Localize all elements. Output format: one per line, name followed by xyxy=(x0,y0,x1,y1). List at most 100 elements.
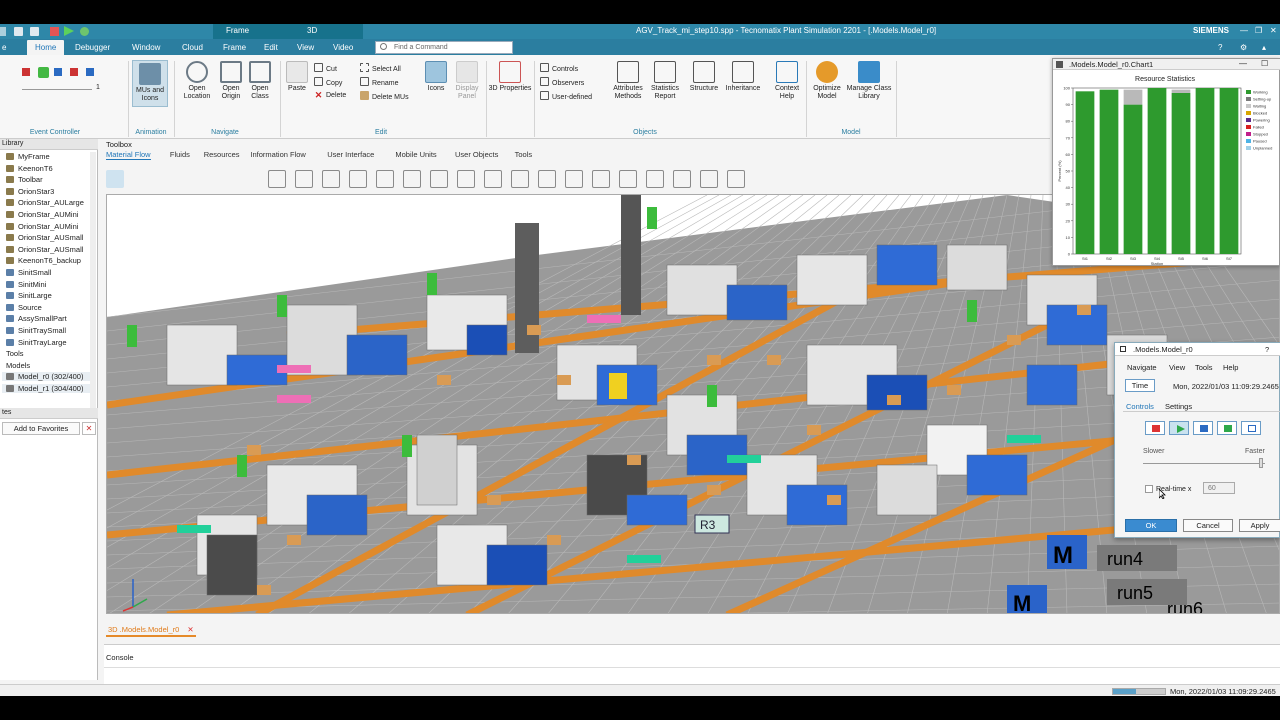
event-controller-dialog[interactable]: .Models.Model_r0 ? Navigate View Tools Help… xyxy=(1114,342,1280,538)
dialog-menu-item[interactable]: Help xyxy=(1223,363,1238,372)
stop-sim-button[interactable] xyxy=(1241,421,1261,435)
3d-properties-button[interactable]: 3D Properties xyxy=(488,61,532,93)
controls-button[interactable]: Controls xyxy=(540,63,578,73)
tab-cloud[interactable]: Cloud xyxy=(182,43,203,52)
shift-icon[interactable] xyxy=(403,170,421,188)
reset-icon[interactable] xyxy=(80,27,89,36)
close-icon[interactable]: ✕ xyxy=(1270,26,1277,35)
start-sim-button[interactable] xyxy=(1169,421,1189,435)
manage-class-library-button[interactable]: Manage Class Library xyxy=(846,61,892,101)
optimize-model-button[interactable]: Optimize Model xyxy=(808,61,846,101)
collapse-ribbon-icon[interactable]: ▴ xyxy=(1262,43,1266,52)
mus-and-icons-button[interactable]: MUs and Icons xyxy=(132,60,168,107)
class-library-item[interactable]: Tools xyxy=(6,349,24,358)
class-library-item[interactable]: Models xyxy=(6,361,30,370)
exporter-icon[interactable] xyxy=(727,170,745,188)
parallel-proc-icon[interactable] xyxy=(322,170,340,188)
observers-button[interactable]: Observers xyxy=(540,77,584,87)
tab-edit[interactable]: Edit xyxy=(264,43,278,52)
tab-window[interactable]: Window xyxy=(132,43,160,52)
apply-button[interactable]: Apply xyxy=(1239,519,1280,532)
line-exit-icon[interactable] xyxy=(268,170,286,188)
class-library-item[interactable]: SinitSmall xyxy=(6,268,51,277)
select-all-button[interactable]: Select All xyxy=(360,63,401,73)
track-icon[interactable] xyxy=(673,170,691,188)
event-controller-icon[interactable] xyxy=(160,170,178,188)
paste-button[interactable]: Paste xyxy=(284,61,310,93)
class-library-item[interactable]: AssySmallPart xyxy=(6,314,67,323)
tab-video[interactable]: Video xyxy=(333,43,353,52)
fast-forward-icon[interactable] xyxy=(86,68,94,76)
sorter-icon[interactable] xyxy=(484,170,502,188)
chart-window-titlebar[interactable]: .Models.Model_r0.Chart1 — ☐ xyxy=(1053,59,1280,70)
dialog-help-icon[interactable]: ? xyxy=(1265,345,1269,354)
toolbox-tab[interactable]: User Objects xyxy=(455,150,498,159)
class-library-item[interactable]: MyFrame xyxy=(6,152,50,161)
class-library-item[interactable]: Toolbar xyxy=(6,175,43,184)
class-library-item[interactable]: OrionStar_AUSmall xyxy=(6,245,83,254)
line-icon[interactable] xyxy=(511,170,529,188)
menu-file-edge[interactable]: e xyxy=(2,43,6,52)
structure-button[interactable]: Structure xyxy=(686,61,722,93)
ok-button[interactable]: OK xyxy=(1125,519,1177,532)
copy-button[interactable]: Copy xyxy=(314,77,342,87)
class-library-item[interactable]: OrionStar3 xyxy=(6,187,54,196)
chart-window[interactable]: .Models.Model_r0.Chart1 — ☐ Resource Sta… xyxy=(1052,58,1280,266)
delete-button[interactable]: ✕ Delete xyxy=(314,91,347,100)
turnplate-icon[interactable] xyxy=(592,170,610,188)
open-location-button[interactable]: Open Location xyxy=(180,61,214,101)
class-library-item[interactable]: OrionStar_AULarge xyxy=(6,198,84,207)
ribbon-options-icon[interactable]: ⚙ xyxy=(1240,43,1247,52)
tab-controls[interactable]: Controls xyxy=(1126,402,1154,411)
class-library-item[interactable]: SinitTraySmall xyxy=(6,326,66,335)
open-origin-button[interactable]: Open Origin xyxy=(216,61,246,101)
chart-maximize-icon[interactable]: ☐ xyxy=(1261,59,1268,68)
quick-access-toolbar[interactable] xyxy=(14,26,94,37)
cancel-button[interactable]: Cancel xyxy=(1183,519,1233,532)
step-sim-button[interactable] xyxy=(1193,421,1213,435)
restore-icon[interactable]: ❐ xyxy=(1255,26,1262,35)
reset-button-icon[interactable] xyxy=(22,68,30,76)
undo-icon[interactable] xyxy=(30,27,39,36)
reset-sim-button[interactable] xyxy=(1145,421,1165,435)
start-button-icon[interactable] xyxy=(38,67,49,78)
remove-favorite-icon[interactable]: ✕ xyxy=(82,422,96,435)
drain-icon[interactable] xyxy=(241,170,259,188)
turntable-icon[interactable] xyxy=(565,170,583,188)
tab-view[interactable]: View xyxy=(297,43,314,52)
toolbox-tab[interactable]: Tools xyxy=(515,150,533,159)
display-panel-button[interactable]: Display Panel xyxy=(452,61,482,101)
source-icon[interactable] xyxy=(214,170,232,188)
angular-converter-icon[interactable] xyxy=(538,170,556,188)
statistics-report-button[interactable]: Statistics Report xyxy=(648,61,682,101)
tab-debugger[interactable]: Debugger xyxy=(75,43,110,52)
class-library-item[interactable]: OrionStar_AUMini xyxy=(6,222,78,231)
dialog-menu-item[interactable]: Tools xyxy=(1195,363,1213,372)
frame-icon[interactable] xyxy=(187,170,205,188)
user-defined-button[interactable]: User-defined xyxy=(540,91,592,101)
speed-slider[interactable] xyxy=(22,89,92,90)
open-class-button[interactable]: Open Class xyxy=(246,61,274,101)
rename-button[interactable]: Rename xyxy=(360,77,398,87)
help-icon[interactable]: ? xyxy=(1218,43,1222,52)
minimize-icon[interactable]: — xyxy=(1240,26,1248,35)
inheritance-button[interactable]: Inheritance xyxy=(722,61,764,93)
class-library-item[interactable]: SinitMini xyxy=(6,280,46,289)
two-lane-track-icon[interactable] xyxy=(700,170,718,188)
realtime-factor-input[interactable]: 60 xyxy=(1203,482,1235,494)
class-library-item[interactable]: OrionStar_AUSmall xyxy=(6,233,83,242)
console-panel[interactable]: Console xyxy=(104,644,1280,688)
find-command-input[interactable]: Find a Command xyxy=(375,41,513,54)
time-button[interactable]: Time xyxy=(1125,379,1155,392)
connector-icon[interactable] xyxy=(133,170,151,188)
stop-button-icon[interactable] xyxy=(70,68,78,76)
stop-icon[interactable] xyxy=(50,27,59,36)
context-help-button[interactable]: Context Help xyxy=(770,61,804,101)
class-library-item[interactable]: Source xyxy=(6,303,42,312)
class-library-item[interactable]: KeenonT6_backup xyxy=(6,256,81,265)
cut-button[interactable]: Cut xyxy=(314,63,337,73)
buffer-icon[interactable] xyxy=(457,170,475,188)
toolbox-tab[interactable]: Resources xyxy=(204,150,240,159)
class-library-item[interactable]: OrionStar_AUMini xyxy=(6,210,78,219)
chart-minimize-icon[interactable]: — xyxy=(1239,59,1247,68)
